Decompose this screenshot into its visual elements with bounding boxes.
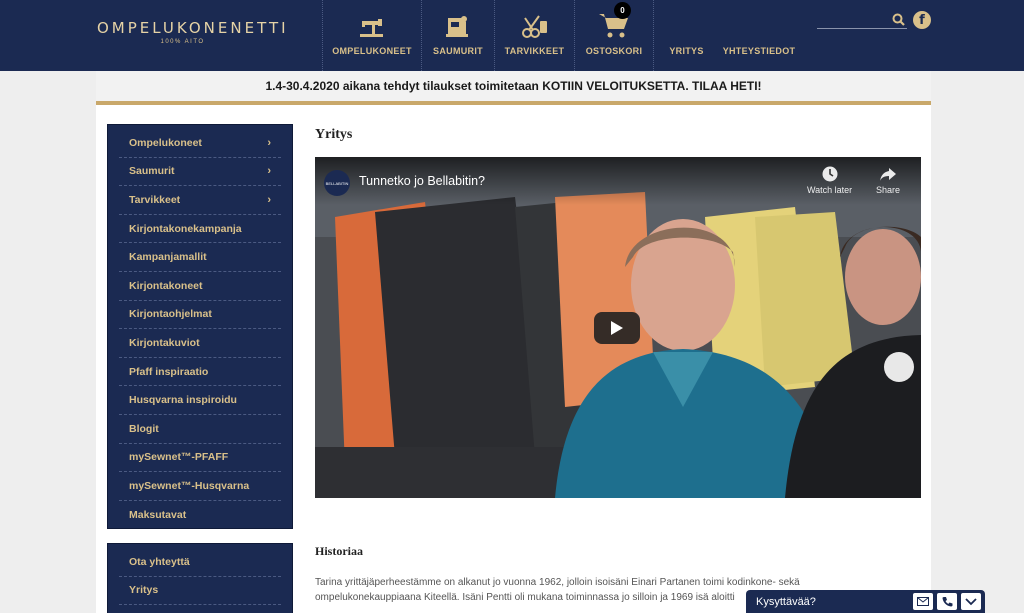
sidebar-item-saumurit[interactable]: Saumurit › xyxy=(119,158,281,187)
sidebar-item-label: mySewnet™-PFAFF xyxy=(129,451,229,464)
video-player[interactable]: BELLABITIN Tunnetko jo Bellabitin? Watch… xyxy=(315,157,921,498)
chevron-down-icon xyxy=(965,597,977,605)
phone-icon xyxy=(942,597,952,607)
nav-label: TARVIKKEET xyxy=(504,46,565,56)
email-button[interactable] xyxy=(913,593,933,610)
sidebar-item-kirjontakonekampanja[interactable]: Kirjontakonekampanja xyxy=(119,215,281,244)
nav-label: YHTEYSTIEDOT xyxy=(722,46,796,56)
chat-label: Kysyttävää? xyxy=(756,595,816,608)
channel-avatar[interactable]: BELLABITIN xyxy=(324,170,350,196)
search-box xyxy=(817,12,907,31)
nav-label: OSTOSKORI xyxy=(585,46,643,56)
sidebar-item-husqvarna-inspiroidu[interactable]: Husqvarna inspiroidu xyxy=(119,386,281,415)
sidebar-item-ompelukoneet[interactable]: Ompelukoneet › xyxy=(119,129,281,158)
share-button[interactable]: Share xyxy=(876,165,900,195)
sidebar-item-ota-yhteytta[interactable]: Ota yhteyttä xyxy=(119,548,281,577)
nav-label: SAUMURIT xyxy=(433,46,483,56)
sidebar-menu: Ompelukoneet › Saumurit › Tarvikkeet › K… xyxy=(107,124,293,529)
sidebar-item-label: Ompelukoneet xyxy=(129,136,202,149)
cart-count-badge: 0 xyxy=(614,2,631,19)
sidebar-item-label: Kirjontaohjelmat xyxy=(129,308,212,321)
site-header: OMPELUKONENETTI 100% AITO OMPELUKONEET S… xyxy=(0,0,1024,71)
site-logo[interactable]: OMPELUKONENETTI 100% AITO xyxy=(97,19,289,45)
nav-ompelukoneet[interactable]: OMPELUKONEET xyxy=(322,0,421,71)
share-icon xyxy=(880,168,897,181)
page-title: Yritys xyxy=(315,127,353,142)
sidebar-item-label: Kirjontakuviot xyxy=(129,336,200,349)
play-icon xyxy=(611,321,623,335)
sidebar-item-kirjontakuviot[interactable]: Kirjontakuviot xyxy=(119,329,281,358)
chevron-right-icon: › xyxy=(267,193,271,206)
email-icon xyxy=(917,597,929,606)
nav-label: YRITYS xyxy=(669,46,704,56)
nav-yhteystiedot[interactable]: YHTEYSTIEDOT xyxy=(719,0,799,71)
nav-label: OMPELUKONEET xyxy=(332,46,412,56)
sidebar-item-blogit[interactable]: Blogit xyxy=(119,415,281,444)
sidebar-item-kirjontaohjelmat[interactable]: Kirjontaohjelmat xyxy=(119,301,281,330)
sidebar-item-label: Maksutavat xyxy=(129,509,187,522)
sidebar-item-label: mySewnet™-Husqvarna xyxy=(129,479,250,492)
video-title[interactable]: Tunnetko jo Bellabitin? xyxy=(359,174,485,188)
nav-saumurit[interactable]: SAUMURIT xyxy=(421,0,494,71)
search-icon[interactable] xyxy=(892,13,905,26)
sidebar-item-yritys[interactable]: Yritys xyxy=(119,577,281,606)
sidebar-item-pfaff-inspiraatio[interactable]: Pfaff inspiraatio xyxy=(119,358,281,387)
facebook-icon[interactable]: f xyxy=(913,11,931,29)
sidebar-item-label: Ota yhteyttä xyxy=(129,555,190,568)
sidebar-item-kampanjamallit[interactable]: Kampanjamallit xyxy=(119,243,281,272)
sidebar-menu-secondary: Ota yhteyttä Yritys xyxy=(107,543,293,613)
sidebar-item-kirjontakoneet[interactable]: Kirjontakoneet xyxy=(119,272,281,301)
phone-button[interactable] xyxy=(937,593,957,610)
watch-later-label: Watch later xyxy=(807,185,853,195)
overlock-icon xyxy=(446,16,468,37)
main-nav: OMPELUKONEET SAUMURIT TARVIKKEET 0 OSTOS… xyxy=(322,0,799,71)
sewing-machine-icon xyxy=(360,19,383,37)
section-heading: Historiaa xyxy=(315,544,363,558)
sidebar-item-label: Pfaff inspiraatio xyxy=(129,365,209,378)
nav-yritys[interactable]: YRITYS xyxy=(654,0,719,71)
minimize-button[interactable] xyxy=(961,593,981,610)
sidebar-item-tarvikkeet[interactable]: Tarvikkeet › xyxy=(119,186,281,215)
nav-ostoskori[interactable]: 0 OSTOSKORI xyxy=(574,0,654,71)
sidebar-item-mysewnet-pfaff[interactable]: mySewnet™-PFAFF xyxy=(119,444,281,473)
watch-later-button[interactable]: Watch later xyxy=(807,165,852,195)
sidebar-item-label: Kirjontakonekampanja xyxy=(129,222,242,235)
sidebar-item-more[interactable] xyxy=(119,605,281,613)
logo-tagline: 100% AITO xyxy=(160,39,205,45)
chat-widget[interactable]: Kysyttävää? xyxy=(746,590,985,613)
sidebar-item-label: Husqvarna inspiroidu xyxy=(129,394,237,407)
chevron-right-icon: › xyxy=(267,136,271,149)
sidebar-item-mysewnet-husqvarna[interactable]: mySewnet™-Husqvarna xyxy=(119,472,281,501)
sidebar-item-label: Blogit xyxy=(129,422,159,435)
play-button[interactable] xyxy=(594,312,640,344)
clock-icon xyxy=(822,166,838,182)
chevron-right-icon: › xyxy=(267,165,271,178)
scissors-thread-icon xyxy=(521,15,547,38)
sidebar-item-maksutavat[interactable]: Maksutavat xyxy=(119,501,281,530)
share-label: Share xyxy=(876,185,901,195)
logo-text: OMPELUKONENETTI xyxy=(97,19,289,37)
search-input[interactable] xyxy=(817,14,889,31)
sidebar-item-label: Saumurit xyxy=(129,165,175,178)
sidebar-item-label: Kampanjamallit xyxy=(129,251,207,264)
announcement-banner: 1.4-30.4.2020 aikana tehdyt tilaukset to… xyxy=(96,71,931,102)
sidebar-item-label: Yritys xyxy=(129,584,159,597)
sidebar-item-label: Tarvikkeet xyxy=(129,193,181,206)
sidebar-item-label: Kirjontakoneet xyxy=(129,279,203,292)
nav-tarvikkeet[interactable]: TARVIKKEET xyxy=(494,0,574,71)
